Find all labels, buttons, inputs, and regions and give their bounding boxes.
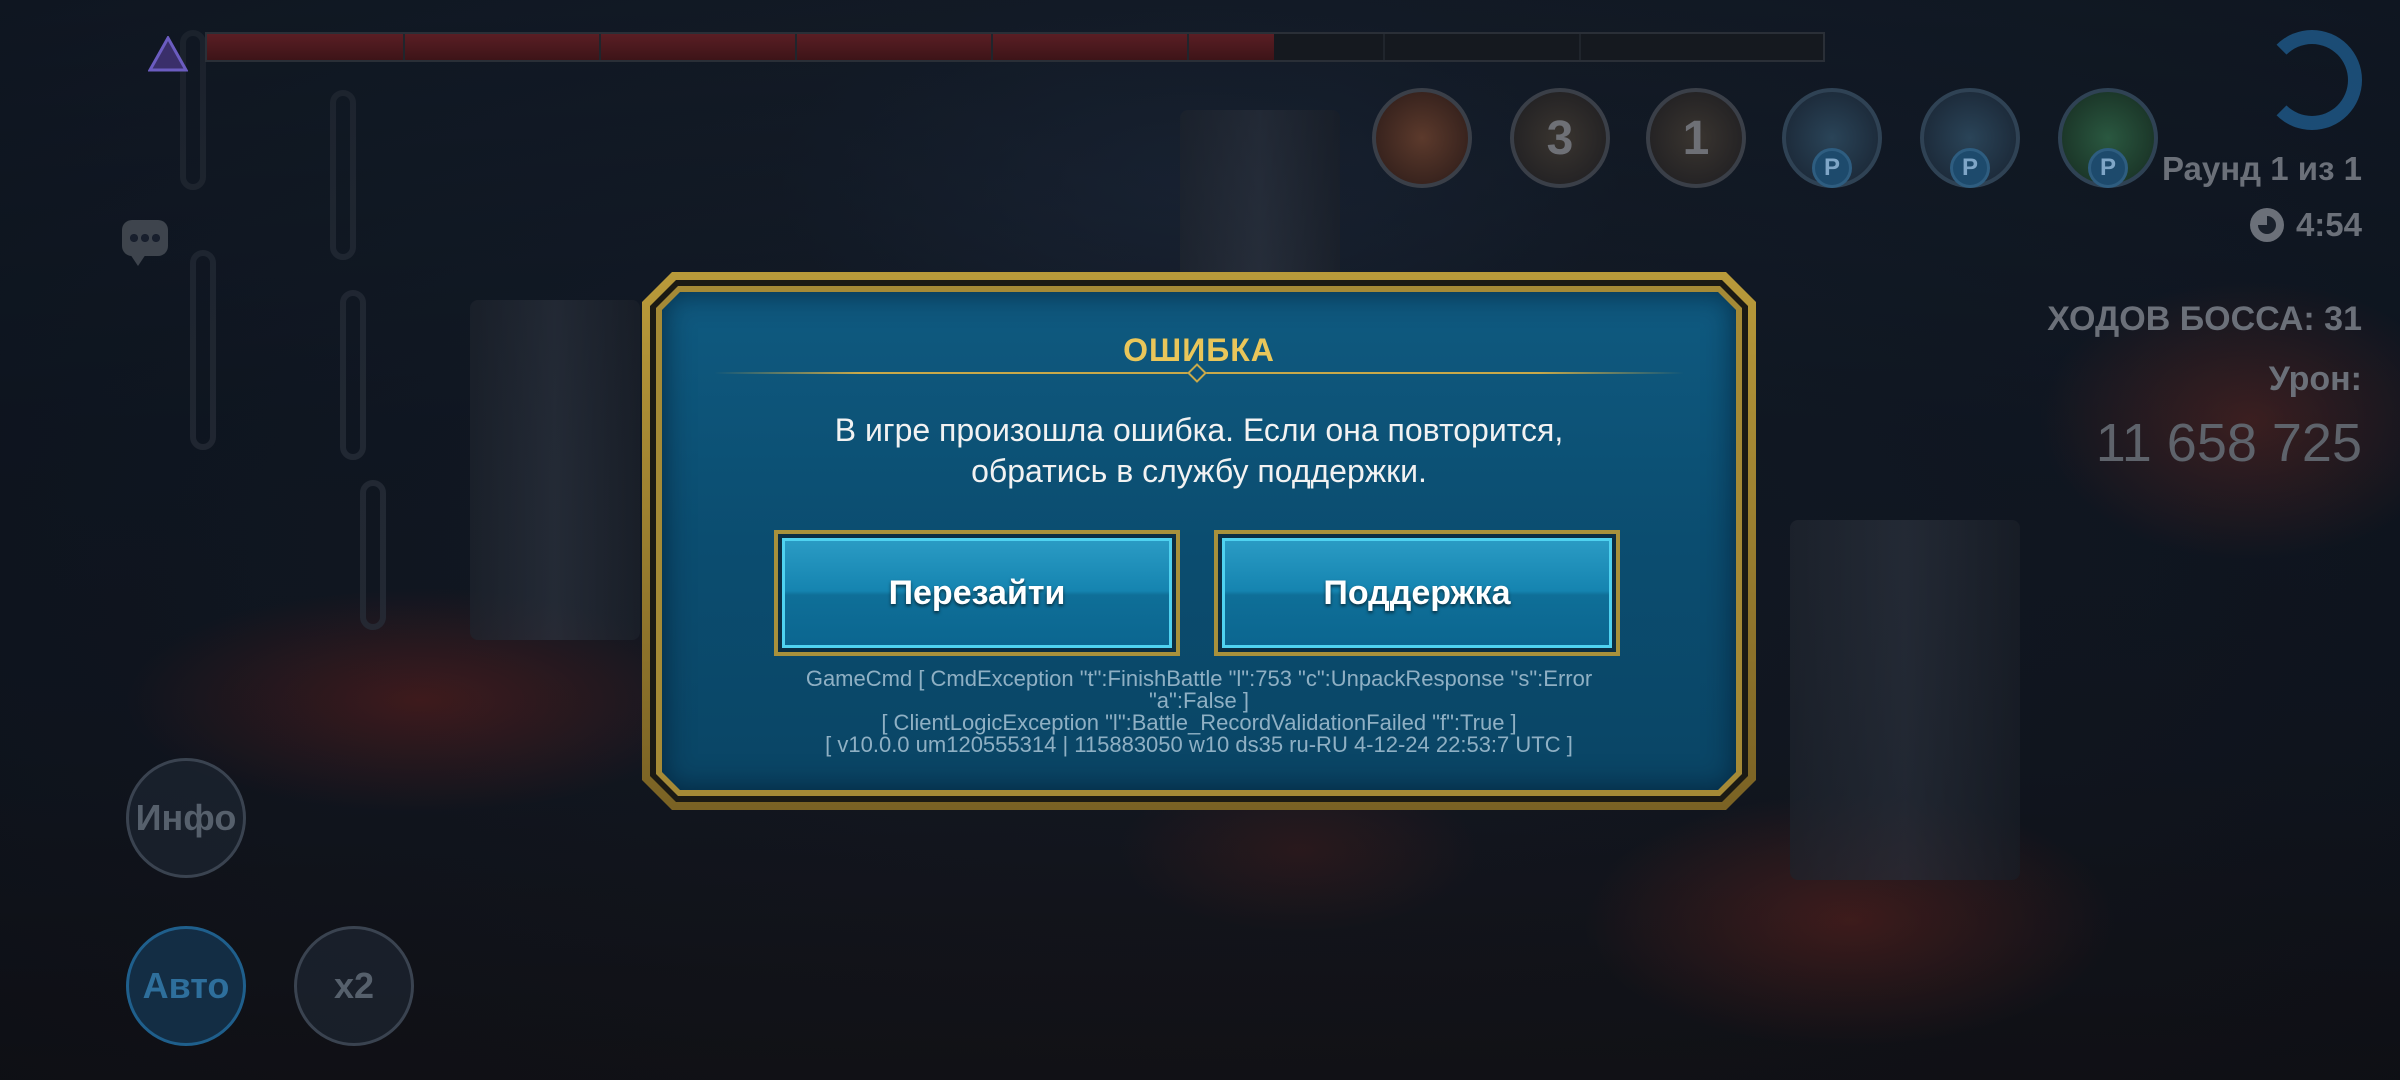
buff-badge: P (1812, 148, 1852, 188)
error-details: GameCmd [ CmdException "t":FinishBattle … (712, 668, 1686, 756)
error-log-line: [ ClientLogicException "l":Battle_Record… (881, 710, 1517, 735)
health-segment (1383, 34, 1385, 60)
battle-scene: 3 1 P P P Раунд 1 из 1 4:54 ХОДОВ БОССА:… (0, 0, 2400, 1080)
error-log-line: [ v10.0.0 um120555314 | 115883050 w10 ds… (825, 732, 1573, 757)
relog-button-label[interactable]: Перезайти (782, 538, 1172, 648)
chat-icon[interactable] (122, 220, 168, 266)
hero-portrait-icon[interactable] (1372, 88, 1472, 188)
message-line: В игре произошла ошибка. Если она повтор… (834, 412, 1564, 448)
buff-badge: P (2088, 148, 2128, 188)
health-segment (1579, 34, 1581, 60)
timer-value: 4:54 (2295, 206, 2362, 243)
relog-button[interactable]: Перезайти (774, 530, 1180, 656)
dialog-message: В игре произошла ошибка. Если она повтор… (702, 410, 1696, 492)
support-button-frame: Поддержка (1218, 534, 1616, 652)
boss-health-bar (205, 32, 1825, 62)
auto-button[interactable]: Авто (126, 926, 246, 1046)
clock-icon (2249, 208, 2284, 242)
relog-button-frame: Перезайти (778, 534, 1176, 652)
speed-button[interactable]: x2 (294, 926, 414, 1046)
dialog-title: ОШИБКА (1123, 332, 1275, 368)
info-button[interactable]: Инфо (126, 758, 246, 878)
buff-icon[interactable]: P (1782, 88, 1882, 188)
health-segment (599, 34, 601, 60)
battle-timer: 4:54 (2249, 206, 2362, 244)
turn-counter[interactable]: 3 (1510, 88, 1610, 188)
buff-icon[interactable]: P (1920, 88, 2020, 188)
loading-spinner-icon (2262, 30, 2362, 130)
warning-icon (148, 36, 188, 72)
boss-turns-label: ХОДОВ БОССА: 31 (2047, 300, 2362, 338)
error-log-line: "a":False ] (1149, 688, 1249, 713)
health-segment (403, 34, 405, 60)
health-segment (991, 34, 993, 60)
error-log-line: GameCmd [ CmdException "t":FinishBattle … (805, 666, 1593, 691)
error-dialog: ОШИБКА В игре произошла ошибка. Если она… (642, 272, 1756, 810)
damage-value: 11 658 725 (2095, 413, 2362, 473)
damage-label: Урон: (2268, 360, 2362, 398)
support-button[interactable]: Поддержка (1214, 530, 1620, 656)
round-counter: Раунд 1 из 1 (2161, 150, 2362, 187)
buff-icon[interactable]: P (2058, 88, 2158, 188)
boss-health-fill (207, 34, 1274, 60)
health-segment (795, 34, 797, 60)
health-segment (1187, 34, 1189, 60)
chat-dots (130, 234, 160, 242)
buff-badge: P (1950, 148, 1990, 188)
support-button-label[interactable]: Поддержка (1222, 538, 1612, 648)
message-line: обратись в службу поддержки. (971, 453, 1427, 489)
turn-counter[interactable]: 1 (1646, 88, 1746, 188)
